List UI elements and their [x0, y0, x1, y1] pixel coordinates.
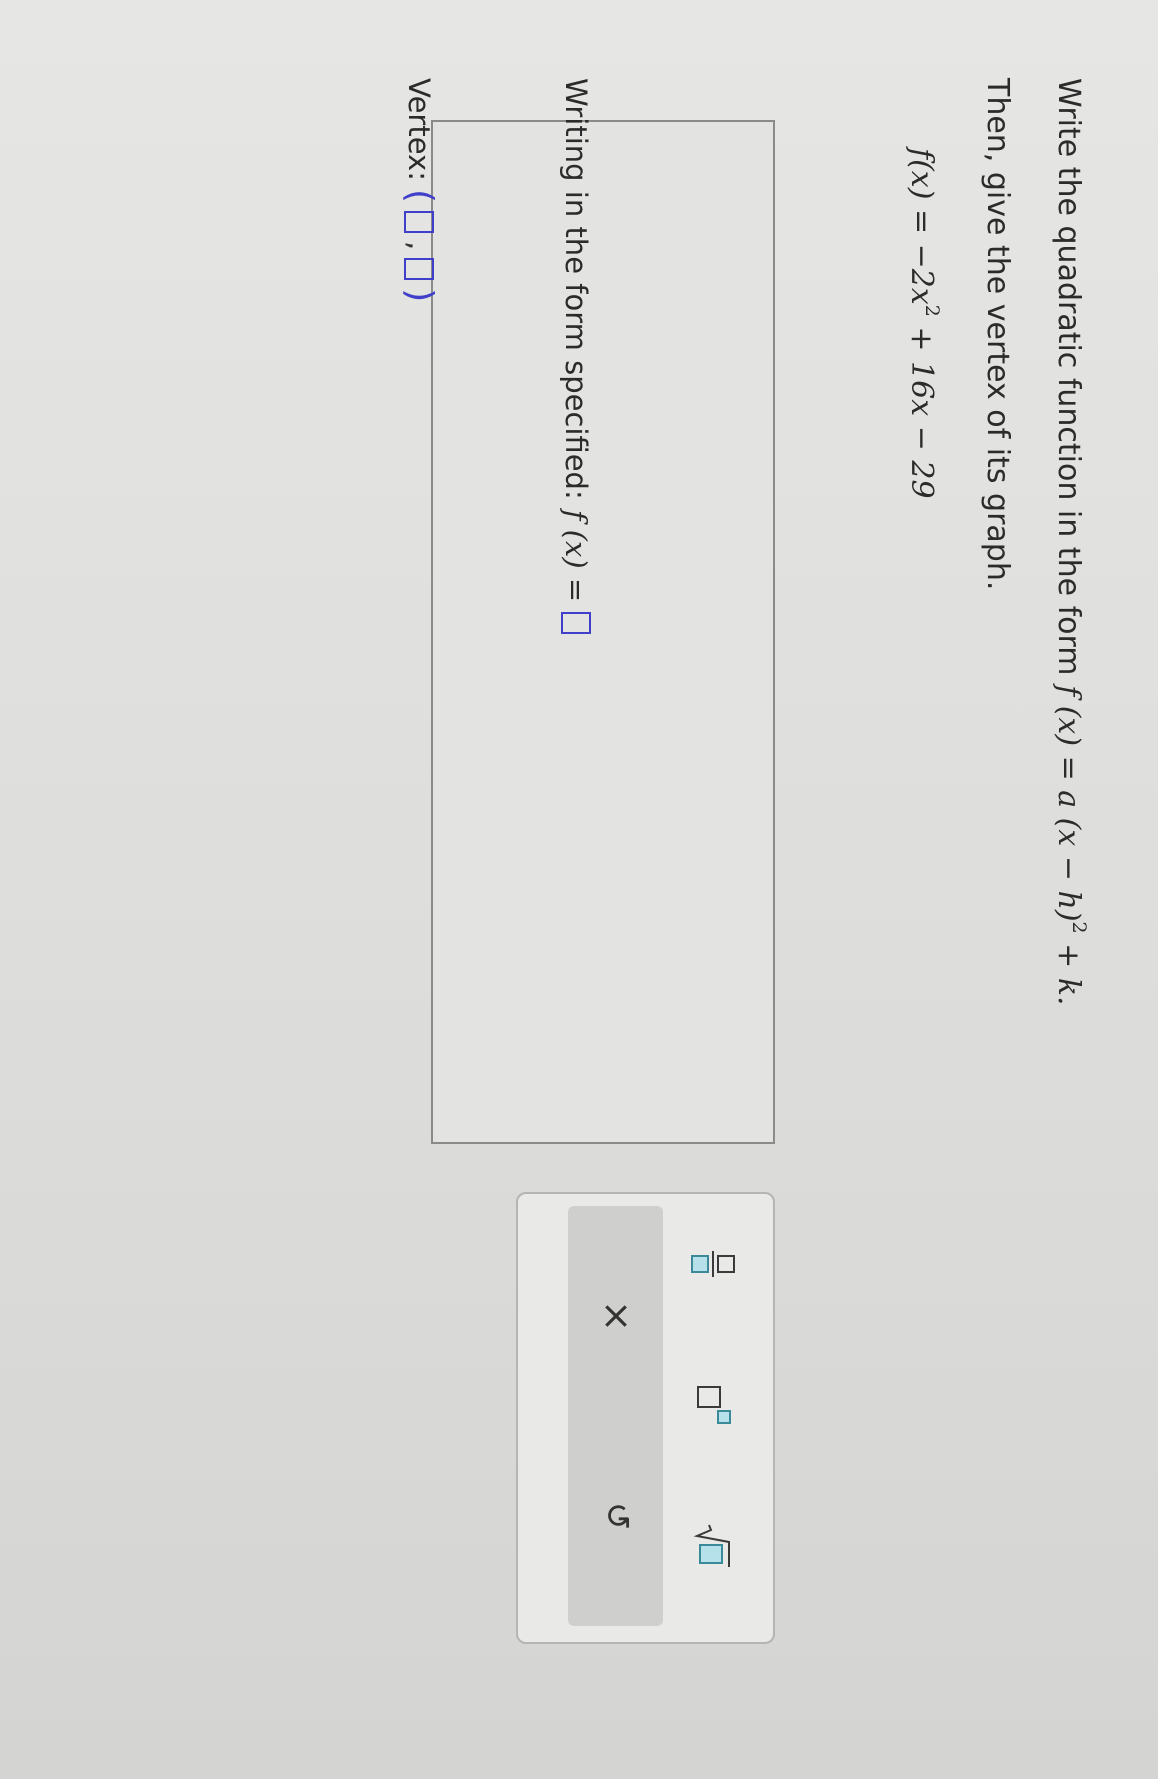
vertex-answer-row: Vertex: ( , ): [399, 78, 440, 302]
given-function-lhs: f(x) = −2x: [904, 148, 939, 305]
answer-card: [431, 120, 775, 1144]
given-function: f(x) = −2x2 + 16x − 29: [904, 148, 943, 499]
vertex-form-tail: + k.: [1051, 933, 1086, 1006]
given-function-rhs: + 16x − 29: [904, 316, 939, 499]
undo-button[interactable]: ↺: [587, 1486, 647, 1546]
vertex-open-paren: (: [399, 189, 440, 204]
vertex-form-answer-row: Writing in the form specified: f (x) =: [559, 78, 593, 635]
problem-instruction: Write the quadratic function in the form…: [1051, 78, 1090, 1006]
problem-page: Write the quadratic function in the form…: [0, 0, 1158, 1779]
exponent-button[interactable]: [683, 1374, 743, 1434]
instruction-text: Write the quadratic function in the form: [1051, 78, 1086, 686]
vertex-close-paren: ): [399, 288, 440, 303]
math-input-palette: × ↺: [516, 1192, 775, 1644]
vertex-form-expression: f (x) = a (x − h): [1051, 685, 1086, 922]
vertex-label: Vertex:: [402, 78, 437, 181]
vertex-form-input[interactable]: [561, 612, 591, 635]
square-root-button[interactable]: [683, 1516, 743, 1576]
answer-function-lhs: f (x) =: [559, 509, 593, 603]
vertex-x-input[interactable]: [404, 211, 435, 234]
clear-button[interactable]: ×: [587, 1286, 647, 1346]
fraction-button[interactable]: [683, 1234, 743, 1294]
square-root-icon: [693, 1524, 730, 1567]
fraction-icon: [691, 1251, 735, 1277]
form-label: Writing in the form specified:: [559, 78, 593, 500]
vertex-y-input[interactable]: [404, 258, 435, 281]
problem-followup: Then, give the vertex of its graph.: [980, 78, 1015, 591]
exponent-icon: [693, 1384, 733, 1424]
given-function-exponent: 2: [921, 304, 943, 317]
palette-action-bar: × ↺: [568, 1206, 663, 1626]
vertex-form-exponent: 2: [1068, 921, 1090, 934]
vertex-comma: ,: [402, 241, 437, 251]
